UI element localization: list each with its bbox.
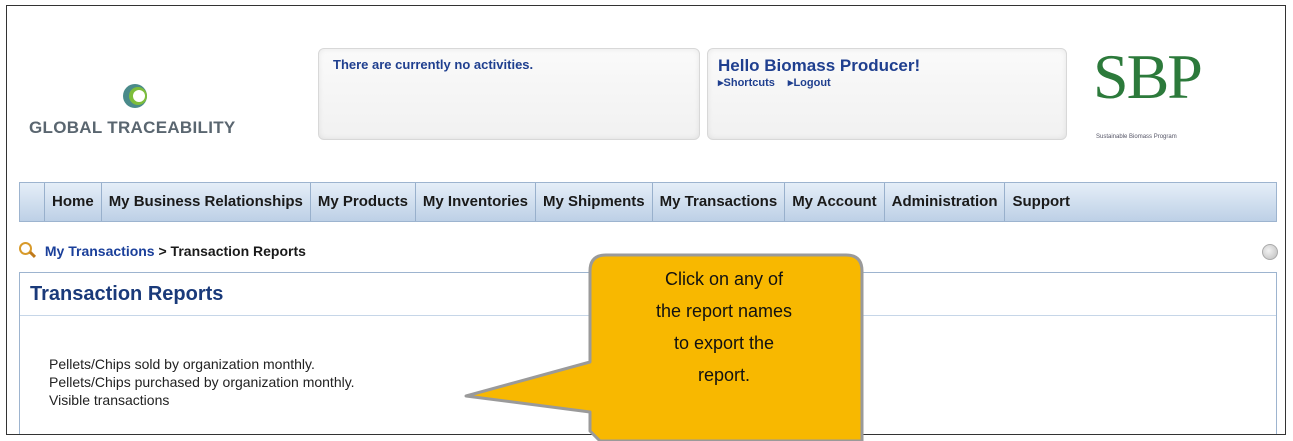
- report-purchased-monthly[interactable]: Pellets/Chips purchased by organization …: [49, 373, 355, 391]
- greeting-text: Hello Biomass Producer!: [718, 56, 921, 75]
- nav-home[interactable]: Home: [44, 183, 102, 221]
- report-visible-transactions[interactable]: Visible transactions: [49, 391, 355, 409]
- user-panel: Hello Biomass Producer! ▸Shortcuts ▸Logo…: [707, 48, 1067, 140]
- logo-mark-icon: [123, 84, 151, 112]
- shortcuts-link[interactable]: ▸Shortcuts: [718, 77, 775, 89]
- nav-transactions[interactable]: My Transactions: [653, 183, 786, 221]
- nav-shipments[interactable]: My Shipments: [536, 183, 653, 221]
- nav-inventories[interactable]: My Inventories: [416, 183, 536, 221]
- nav-administration[interactable]: Administration: [885, 183, 1006, 221]
- nav-account[interactable]: My Account: [785, 183, 885, 221]
- magnifier-icon: [19, 242, 37, 259]
- activities-panel: There are currently no activities.: [318, 48, 700, 140]
- callout-line: to export the: [673, 333, 775, 353]
- breadcrumb-link-transactions[interactable]: My Transactions: [45, 243, 155, 259]
- user-links: ▸Shortcuts ▸Logout: [718, 76, 841, 89]
- report-sold-monthly[interactable]: Pellets/Chips sold by organization month…: [49, 355, 355, 373]
- sbp-logo: SBP Sustainable Biomass Program: [1093, 40, 1243, 150]
- breadcrumb-current: > Transaction Reports: [158, 243, 306, 259]
- callout-line: report.: [697, 365, 751, 385]
- activities-text: There are currently no activities.: [333, 57, 534, 72]
- main-nav: Home My Business Relationships My Produc…: [19, 182, 1277, 222]
- sbp-logo-letters: SBP: [1093, 41, 1203, 112]
- help-icon[interactable]: [1262, 244, 1278, 260]
- sbp-tagline: Sustainable Biomass Program: [1096, 134, 1177, 140]
- nav-business-relationships[interactable]: My Business Relationships: [102, 183, 311, 221]
- callout-line: Click on any of: [664, 269, 784, 289]
- brand-name: GLOBAL TRACEABILITY: [29, 118, 236, 137]
- callout-line: the report names: [655, 301, 793, 321]
- nav-support[interactable]: Support: [1005, 183, 1077, 221]
- report-list: Pellets/Chips sold by organization month…: [49, 355, 355, 409]
- page-title: Transaction Reports: [30, 283, 224, 305]
- nav-products[interactable]: My Products: [311, 183, 416, 221]
- callout-text: Click on any of the report names to expo…: [588, 263, 860, 391]
- breadcrumb: My Transactions > Transaction Reports: [19, 242, 306, 259]
- logout-link[interactable]: ▸Logout: [788, 77, 831, 89]
